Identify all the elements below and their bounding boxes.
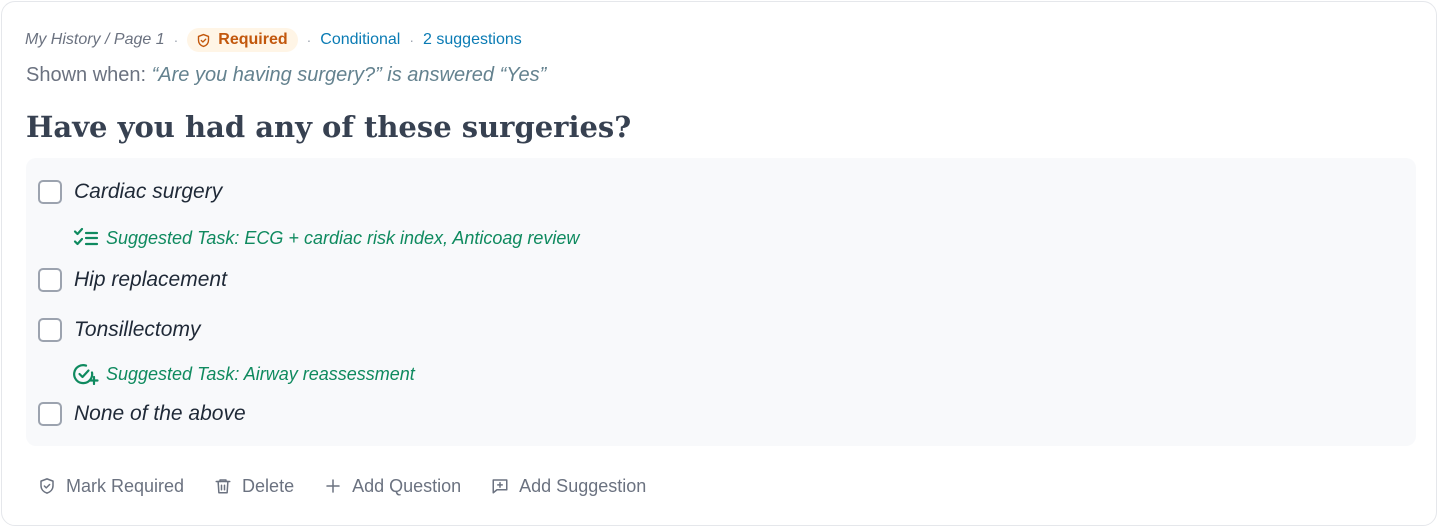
circle-check-plus-icon: [73, 364, 99, 385]
options-panel: Cardiac surgery Suggested Task: ECG + ca…: [26, 158, 1416, 446]
shown-when-prefix: Shown when:: [26, 64, 147, 86]
mark-required-button[interactable]: Mark Required: [38, 476, 184, 497]
checklist-icon: [73, 227, 99, 246]
question-meta-row: My History / Page 1 · Required · Conditi…: [25, 26, 522, 54]
shown-when-text: “Are you having surgery?” is answered “Y…: [151, 64, 547, 86]
suggested-task-text: Suggested Task: Airway reassessment: [106, 363, 415, 384]
add-suggestion-button[interactable]: Add Suggestion: [491, 476, 646, 497]
checkbox[interactable]: [38, 268, 62, 292]
required-badge-label: Required: [218, 31, 288, 48]
checkbox[interactable]: [38, 402, 62, 426]
suggested-task-cardiac[interactable]: Suggested Task: ECG + cardiac risk index…: [73, 226, 579, 250]
option-hip-replacement[interactable]: Hip replacement: [38, 266, 227, 294]
shield-check-icon: [40, 478, 54, 494]
shown-when-condition: Shown when: “Are you having surgery?” is…: [26, 64, 546, 87]
question-title: Have you had any of these surgeries?: [26, 110, 632, 144]
delete-button[interactable]: Delete: [214, 476, 294, 497]
add-suggestion-label: Add Suggestion: [519, 475, 647, 496]
message-plus-icon: [492, 479, 508, 494]
option-label: Hip replacement: [74, 268, 227, 291]
option-none-of-the-above[interactable]: None of the above: [38, 400, 246, 428]
question-actions-bar: Mark Required Delete Add Question Add Su…: [38, 472, 676, 500]
add-question-label: Add Question: [352, 475, 462, 496]
mark-required-label: Mark Required: [66, 475, 185, 496]
option-label: Tonsillectomy: [74, 318, 201, 341]
delete-label: Delete: [242, 475, 295, 496]
option-cardiac-surgery[interactable]: Cardiac surgery: [38, 178, 222, 206]
add-question-button[interactable]: Add Question: [324, 476, 461, 497]
separator-dot: ·: [306, 32, 312, 48]
separator-dot: ·: [409, 32, 415, 48]
question-card: My History / Page 1 · Required · Conditi…: [1, 1, 1437, 526]
suggested-task-airway[interactable]: Suggested Task: Airway reassessment: [73, 362, 415, 386]
required-badge: Required: [187, 28, 298, 52]
suggested-task-text: Suggested Task: ECG + cardiac risk index…: [106, 227, 580, 248]
separator-dot: ·: [173, 32, 179, 48]
checkbox[interactable]: [38, 180, 62, 204]
option-label: None of the above: [74, 402, 246, 425]
trash-icon: [215, 479, 231, 494]
suggestions-link[interactable]: 2 suggestions: [423, 31, 522, 49]
checkbox[interactable]: [38, 318, 62, 342]
plus-icon: [326, 479, 340, 493]
option-tonsillectomy[interactable]: Tonsillectomy: [38, 316, 200, 344]
shield-check-icon: [198, 33, 210, 47]
conditional-link[interactable]: Conditional: [320, 31, 400, 49]
breadcrumb: My History / Page 1: [25, 31, 165, 48]
option-label: Cardiac surgery: [74, 180, 223, 203]
